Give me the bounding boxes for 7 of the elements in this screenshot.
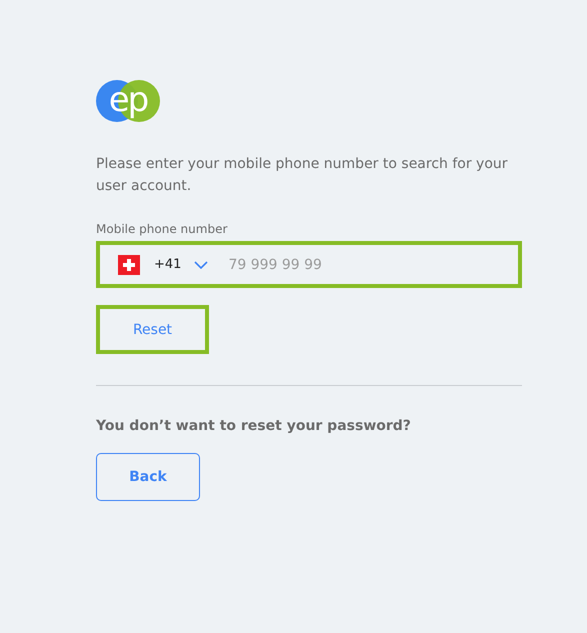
country-code[interactable]: +41 — [154, 257, 182, 272]
question-text: You don’t want to reset your password? — [96, 418, 411, 434]
swiss-flag-icon — [118, 254, 140, 274]
intro-text: Please enter your mobile phone number to search for your user account. — [96, 155, 509, 196]
phone-field[interactable]: +41 79 999 99 99 — [96, 241, 522, 288]
chevron-down-icon[interactable] — [194, 260, 208, 268]
field-label: Mobile phone number — [96, 222, 228, 236]
